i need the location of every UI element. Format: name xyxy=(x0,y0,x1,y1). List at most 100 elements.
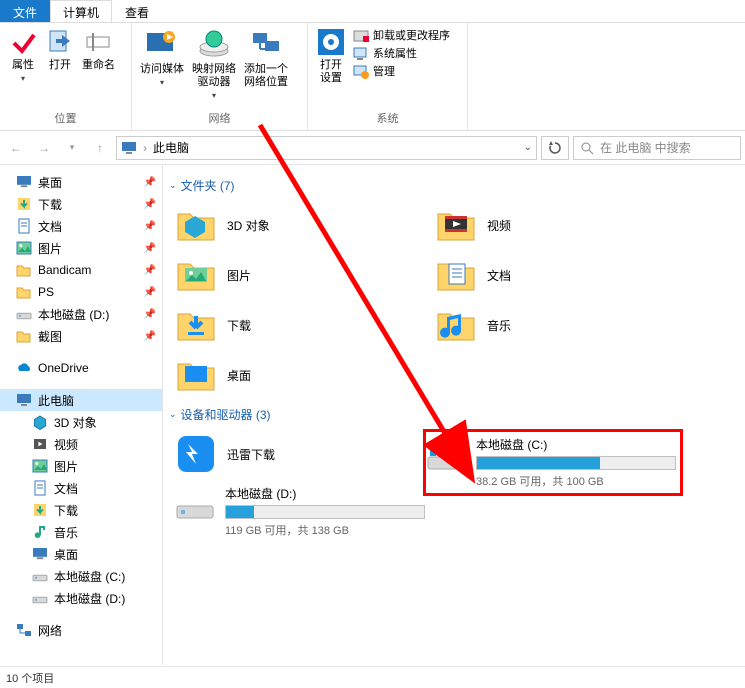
sidebar-item-network[interactable]: 网络 xyxy=(0,619,162,641)
section-folders-header[interactable]: ⌄ 文件夹 (7) xyxy=(163,171,737,200)
search-placeholder: 在 此电脑 中搜索 xyxy=(600,139,691,156)
sidebar-item-label: 下载 xyxy=(38,196,62,213)
download-icon xyxy=(175,304,217,346)
sidebar-item-this-pc[interactable]: 此电脑 xyxy=(0,389,162,411)
folder-music[interactable]: 音乐 xyxy=(423,300,683,350)
address-bar[interactable]: › 此电脑 ⌄ xyxy=(116,136,537,160)
map-network-drive-label: 映射网络 驱动器 xyxy=(192,63,236,89)
sidebar-pc-4[interactable]: 下载 xyxy=(0,499,162,521)
sidebar-item-label: 本地磁盘 (C:) xyxy=(54,568,125,585)
desktop-icon xyxy=(32,546,48,562)
status-bar: 10 个项目 xyxy=(0,666,745,688)
tab-computer[interactable]: 计算机 xyxy=(50,0,112,22)
open-label: 打开 xyxy=(49,59,71,72)
sidebar-network-label: 网络 xyxy=(38,622,62,639)
sidebar-item-label: 桌面 xyxy=(54,546,78,563)
add-network-location-button[interactable]: 添加一个 网络位置 xyxy=(240,25,292,91)
sidebar-item-label: 3D 对象 xyxy=(54,414,97,431)
sidebar-quick-1[interactable]: 下载 📌 xyxy=(0,193,162,215)
folder-doc[interactable]: 文档 xyxy=(423,250,683,300)
sidebar: 桌面 📌 下载 📌 文档 📌 图片 📌 Bandicam 📌 PS 📌 xyxy=(0,165,163,665)
sidebar-quick-7[interactable]: 截图 📌 xyxy=(0,325,162,347)
folder-label: 音乐 xyxy=(487,317,511,334)
folder-pic[interactable]: 图片 xyxy=(163,250,423,300)
sidebar-onedrive-label: OneDrive xyxy=(38,361,89,375)
sidebar-item-label: 文档 xyxy=(38,218,62,235)
sidebar-item-label: 本地磁盘 (D:) xyxy=(38,306,109,323)
system-properties-button[interactable]: 系统属性 xyxy=(350,45,453,63)
drive-d-bar xyxy=(225,505,425,519)
sidebar-pc-6[interactable]: 桌面 xyxy=(0,543,162,565)
sidebar-pc-0[interactable]: 3D 对象 xyxy=(0,411,162,433)
properties-button[interactable]: 属性 xyxy=(4,25,42,87)
folder-icon xyxy=(16,262,32,278)
tab-file[interactable]: 文件 xyxy=(0,0,50,22)
tab-view[interactable]: 查看 xyxy=(112,0,162,22)
sidebar-quick-4[interactable]: Bandicam 📌 xyxy=(0,259,162,281)
drive-d[interactable]: 本地磁盘 (D:) 119 GB 可用，共 138 GB xyxy=(163,479,423,544)
download-icon xyxy=(32,502,48,518)
address-dropdown[interactable]: ⌄ xyxy=(524,142,532,153)
access-media-button[interactable]: 访问媒体 xyxy=(136,25,188,91)
folder-video[interactable]: 视频 xyxy=(423,200,683,250)
open-settings-button[interactable]: 打开 设置 xyxy=(312,25,350,87)
open-settings-label: 打开 设置 xyxy=(320,59,342,85)
map-network-drive-button[interactable]: 映射网络 驱动器 xyxy=(188,25,240,104)
sidebar-quick-2[interactable]: 文档 📌 xyxy=(0,215,162,237)
device-xunlei[interactable]: 迅雷下载 xyxy=(163,429,423,479)
drive-c[interactable]: 本地磁盘 (C:) 38.2 GB 可用，共 100 GB xyxy=(423,429,683,496)
folder-label: 文档 xyxy=(487,267,511,284)
open-button[interactable]: 打开 xyxy=(42,25,78,74)
add-network-location-label: 添加一个 网络位置 xyxy=(244,63,288,89)
manage-button[interactable]: 管理 xyxy=(350,63,453,81)
rename-button[interactable]: 重命名 xyxy=(78,25,119,74)
drive-icon xyxy=(32,568,48,584)
status-text: 10 个项目 xyxy=(6,670,54,686)
system-properties-label: 系统属性 xyxy=(373,46,417,62)
search-input[interactable]: 在 此电脑 中搜索 xyxy=(573,136,741,160)
sidebar-pc-8[interactable]: 本地磁盘 (D:) xyxy=(0,587,162,609)
sidebar-quick-3[interactable]: 图片 📌 xyxy=(0,237,162,259)
uninstall-programs-button[interactable]: 卸载或更改程序 xyxy=(350,27,453,45)
sidebar-pc-7[interactable]: 本地磁盘 (C:) xyxy=(0,565,162,587)
forward-button[interactable]: → xyxy=(32,136,56,160)
sidebar-quick-5[interactable]: PS 📌 xyxy=(0,281,162,303)
section-devices-label: 设备和驱动器 (3) xyxy=(181,406,271,423)
folder-3d[interactable]: 3D 对象 xyxy=(163,200,423,250)
sidebar-pc-2[interactable]: 图片 xyxy=(0,455,162,477)
folder-label: 图片 xyxy=(227,267,251,284)
folder-desktop[interactable]: 桌面 xyxy=(163,350,423,400)
pin-icon: 📌 xyxy=(144,221,156,232)
section-folders-label: 文件夹 (7) xyxy=(181,177,235,194)
folder-label: 3D 对象 xyxy=(227,217,270,234)
sidebar-thispc-label: 此电脑 xyxy=(38,392,74,409)
video-icon xyxy=(32,436,48,452)
refresh-button[interactable] xyxy=(541,136,569,160)
drive-c-name: 本地磁盘 (C:) xyxy=(476,436,676,453)
sidebar-pc-1[interactable]: 视频 xyxy=(0,433,162,455)
sidebar-quick-0[interactable]: 桌面 📌 xyxy=(0,171,162,193)
sidebar-quick-6[interactable]: 本地磁盘 (D:) 📌 xyxy=(0,303,162,325)
sidebar-item-onedrive[interactable]: OneDrive xyxy=(0,357,162,379)
sidebar-pc-3[interactable]: 文档 xyxy=(0,477,162,499)
pin-icon: 📌 xyxy=(144,287,156,298)
rename-label: 重命名 xyxy=(82,59,115,72)
this-pc-icon xyxy=(121,140,137,156)
music-icon xyxy=(435,304,477,346)
up-button[interactable]: ↑ xyxy=(88,136,112,160)
pin-icon: 📌 xyxy=(144,309,156,320)
doc-icon xyxy=(16,218,32,234)
back-button[interactable]: ← xyxy=(4,136,28,160)
download-icon xyxy=(16,196,32,212)
section-devices-header[interactable]: ⌄ 设备和驱动器 (3) xyxy=(163,400,737,429)
device-xunlei-label: 迅雷下载 xyxy=(227,446,275,463)
folder-download[interactable]: 下载 xyxy=(163,300,423,350)
sidebar-item-label: 视频 xyxy=(54,436,78,453)
sidebar-pc-5[interactable]: 音乐 xyxy=(0,521,162,543)
uninstall-programs-label: 卸载或更改程序 xyxy=(373,28,450,44)
group-location-label: 位置 xyxy=(4,108,127,126)
recent-dropdown[interactable]: ▾ xyxy=(60,136,84,160)
pic-icon xyxy=(16,240,32,256)
breadcrumb-this-pc[interactable]: 此电脑 xyxy=(153,139,189,156)
sidebar-item-label: 桌面 xyxy=(38,174,62,191)
